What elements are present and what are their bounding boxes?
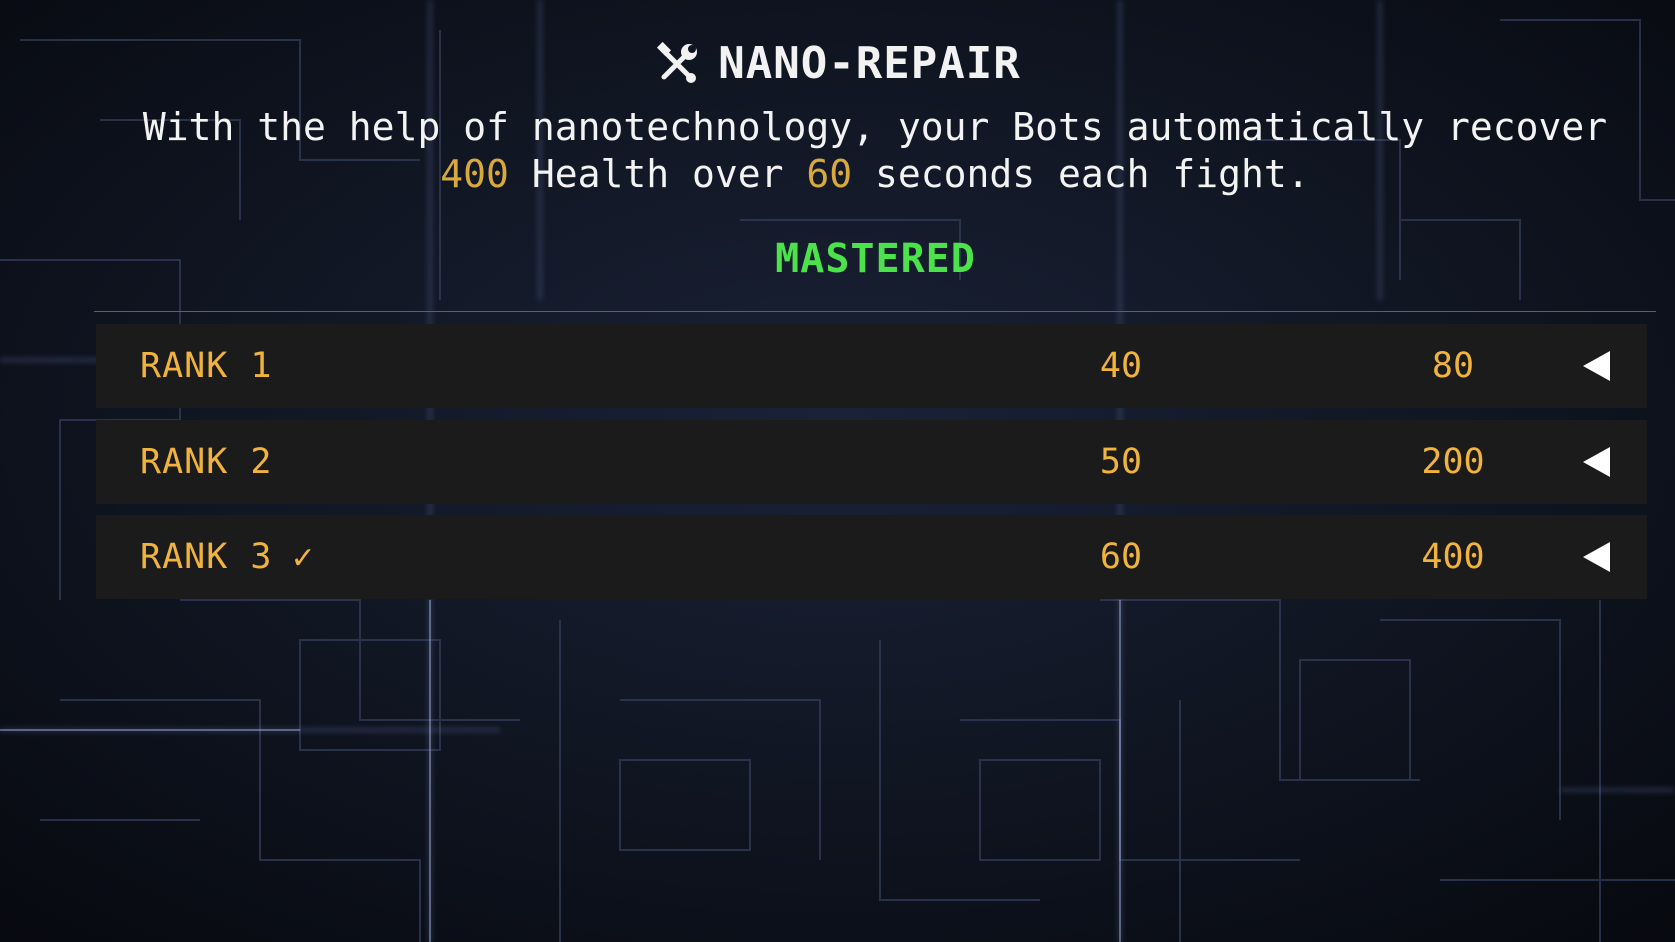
rank-value-a: 40	[1099, 346, 1143, 386]
seconds-value: 60	[806, 152, 853, 196]
rank-label: RANK 2	[140, 420, 272, 504]
rank-value-a: 60	[1099, 537, 1143, 577]
check-icon: ✓	[290, 541, 317, 576]
rank-value-b: 80	[1431, 346, 1475, 386]
rank-label-text: RANK 2	[140, 442, 273, 482]
rank-row-2[interactable]: RANK 2 50 200	[96, 420, 1647, 504]
wrench-screwdriver-icon	[657, 41, 698, 83]
description-text-1: With the help of nanotechnology, your Bo…	[142, 105, 1608, 149]
rank-row-1[interactable]: RANK 1 40 80	[96, 324, 1647, 408]
rank-label: RANK 1	[140, 324, 272, 408]
skill-description: With the help of nanotechnology, your Bo…	[100, 104, 1650, 198]
description-text-3: seconds each fight.	[852, 152, 1310, 196]
description-text-2: Health over	[508, 152, 807, 196]
rank-value-b: 200	[1421, 442, 1485, 482]
mastered-status: MASTERED	[775, 236, 976, 282]
skill-title: NANO-REPAIR	[718, 38, 1021, 89]
rank-label-text: RANK 3	[140, 537, 273, 577]
skill-header: NANO-REPAIR	[0, 38, 1675, 89]
play-arrow-icon[interactable]	[1583, 542, 1610, 572]
rank-label-text: RANK 1	[140, 346, 273, 386]
play-arrow-icon[interactable]	[1583, 447, 1610, 477]
rank-value-b: 400	[1421, 537, 1485, 577]
health-value: 400	[440, 152, 509, 196]
rank-value-a: 50	[1099, 442, 1143, 482]
play-arrow-icon[interactable]	[1583, 351, 1610, 381]
rank-row-3[interactable]: RANK 3 ✓ 60 400	[96, 515, 1647, 599]
rank-label: RANK 3 ✓	[140, 515, 317, 599]
divider	[94, 311, 1656, 312]
